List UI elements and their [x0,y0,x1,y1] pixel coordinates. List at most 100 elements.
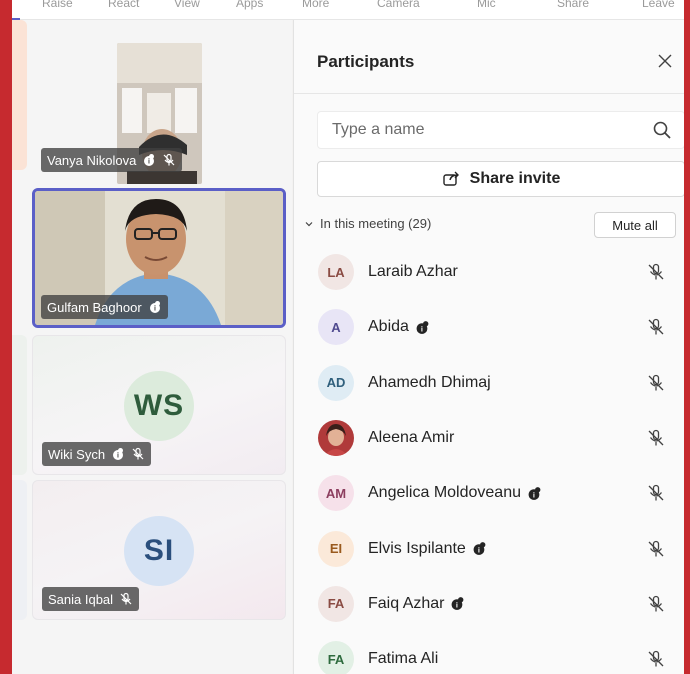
mic-off-icon[interactable] [646,594,666,614]
toolbar-raise[interactable]: Raise [42,0,73,10]
org-icon: i [415,320,430,335]
participant-row[interactable]: FA Faiq Azhar i [294,577,684,632]
participant-name: Abida [368,318,409,336]
participant-name-wrap: Faiq Azhar i [368,595,465,613]
org-icon: i [450,596,465,611]
org-icon: i [111,447,125,461]
in-meeting-label: In this meeting (29) [320,216,432,231]
participant-name: Gulfam Baghoor [47,299,142,315]
participant-row[interactable]: Aleena Amir [294,411,684,466]
participant-name: Sania Iqbal [48,591,114,607]
svg-text:i: i [154,306,156,313]
participant-row[interactable]: AD Ahamedh Dhimaj [294,356,684,411]
participant-row[interactable]: EI Elvis Ispilante i [294,522,684,577]
participant-avatar: FA [318,641,354,674]
participant-name-wrap: Angelica Moldoveanu i [368,484,542,502]
panel-title: Participants [317,52,415,71]
participant-name: Ahamedh Dhimaj [368,373,491,391]
close-panel-button[interactable] [654,50,676,72]
in-meeting-toggle[interactable]: In this meeting (29) [304,216,431,231]
edge-tile [12,335,27,475]
divider [294,93,684,94]
name-chip: Sania Iqbal [42,587,140,611]
mic-off-icon[interactable] [646,262,666,282]
participant-name: Faiq Azhar [368,594,445,612]
edge-tile [12,20,27,170]
participant-name: Angelica Moldoveanu [368,484,521,502]
video-tile-sania[interactable]: SI Sania Iqbal [32,480,286,620]
in-meeting-section-header: In this meeting (29) Mute all [304,212,676,238]
mic-off-icon[interactable] [646,373,666,393]
svg-text:i: i [421,324,423,333]
participant-name: Aleena Amir [368,428,455,446]
participant-row[interactable]: AM Angelica Moldoveanu i [294,466,684,521]
participant-avatar: A [318,309,354,346]
participant-row[interactable]: LA Laraib Azhar [294,245,684,300]
participants-panel: Participants Share invite In this meetin… [293,20,684,674]
svg-text:i: i [456,601,458,610]
name-chip: Wiki Sych i [42,442,152,466]
toolbar-apps[interactable]: Apps [236,0,263,10]
search-icon[interactable] [652,120,672,140]
mic-off-icon [119,592,133,606]
svg-text:i: i [148,159,150,166]
toolbar-share[interactable]: Share [557,0,589,10]
participant-name-wrap: Ahamedh Dhimaj [368,374,491,392]
participant-name-wrap: Fatima Ali [368,650,438,668]
video-tile-gulfam[interactable]: Gulfam Baghoor i [32,188,286,328]
toolbar-more[interactable]: More [302,0,329,10]
toolbar-react[interactable]: React [108,0,139,10]
participant-search-input[interactable] [332,121,632,139]
participant-avatar [318,419,354,456]
org-icon: i [472,541,487,556]
participant-avatar: SI [124,516,194,586]
participant-name-wrap: Elvis Ispilante i [368,540,487,558]
participant-avatar: AM [318,475,354,512]
chevron-down-icon [305,221,313,226]
participant-name-wrap: Abida i [368,318,430,336]
participant-name: Wiki Sych [48,446,106,462]
participant-name: Elvis Ispilante [368,539,466,557]
video-tile-wiki[interactable]: WS Wiki Sych i [32,335,286,475]
participant-avatar: AD [318,364,354,401]
participant-row[interactable]: A Abida i [294,300,684,355]
teams-meeting-window: Raise React View Apps More Camera Mic Sh… [12,0,684,674]
toolbar-view[interactable]: View [174,0,200,10]
meeting-toolbar: Raise React View Apps More Camera Mic Sh… [12,0,684,20]
participant-avatar: FA [318,585,354,622]
share-invite-button[interactable]: Share invite [317,161,684,197]
name-chip: Gulfam Baghoor i [41,295,168,319]
mic-off-icon[interactable] [646,649,666,669]
mic-off-icon [131,447,145,461]
toolbar-leave[interactable]: Leave [642,0,675,10]
org-icon: i [148,300,162,314]
svg-text:i: i [533,490,535,499]
close-icon [658,54,672,68]
mic-off-icon[interactable] [646,317,666,337]
name-chip: Vanya Nikolova i [41,148,183,172]
toolbar-camera[interactable]: Camera [377,0,420,10]
participant-name: Vanya Nikolova [47,152,137,168]
participant-avatar: EI [318,530,354,567]
share-icon [442,171,459,186]
svg-text:i: i [478,545,480,554]
participant-avatar: WS [124,371,194,441]
mic-off-icon [162,153,176,167]
participant-avatar: LA [318,254,354,290]
participant-row[interactable]: FA Fatima Ali [294,632,684,674]
mic-off-icon[interactable] [646,483,666,503]
participant-name-wrap: Aleena Amir [368,429,454,447]
svg-text:i: i [117,453,119,460]
org-icon: i [527,486,542,501]
mic-off-icon[interactable] [646,428,666,448]
org-icon: i [142,153,156,167]
video-stage: Vanya Nikolova i Gulfam Baghoor i WS Wik… [12,20,292,674]
participant-name: Laraib Azhar [368,263,458,280]
share-invite-label: Share invite [469,170,561,187]
mute-all-button[interactable]: Mute all [594,212,676,238]
participant-search-box[interactable] [317,111,684,149]
participant-name: Fatima Ali [368,650,439,668]
toolbar-mic[interactable]: Mic [477,0,496,10]
edge-tile [12,480,27,620]
mic-off-icon[interactable] [646,539,666,559]
